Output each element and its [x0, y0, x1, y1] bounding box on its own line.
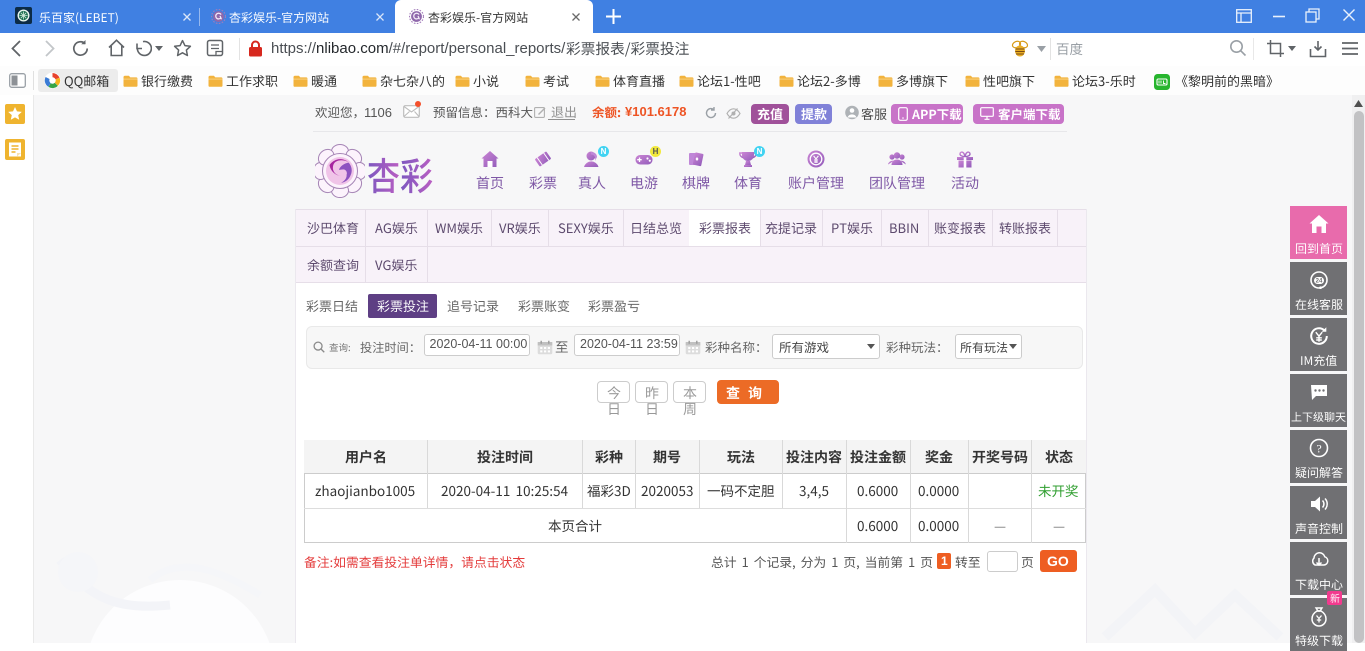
svg-text:24: 24 — [1315, 279, 1322, 285]
svg-text:?: ? — [1316, 442, 1321, 456]
